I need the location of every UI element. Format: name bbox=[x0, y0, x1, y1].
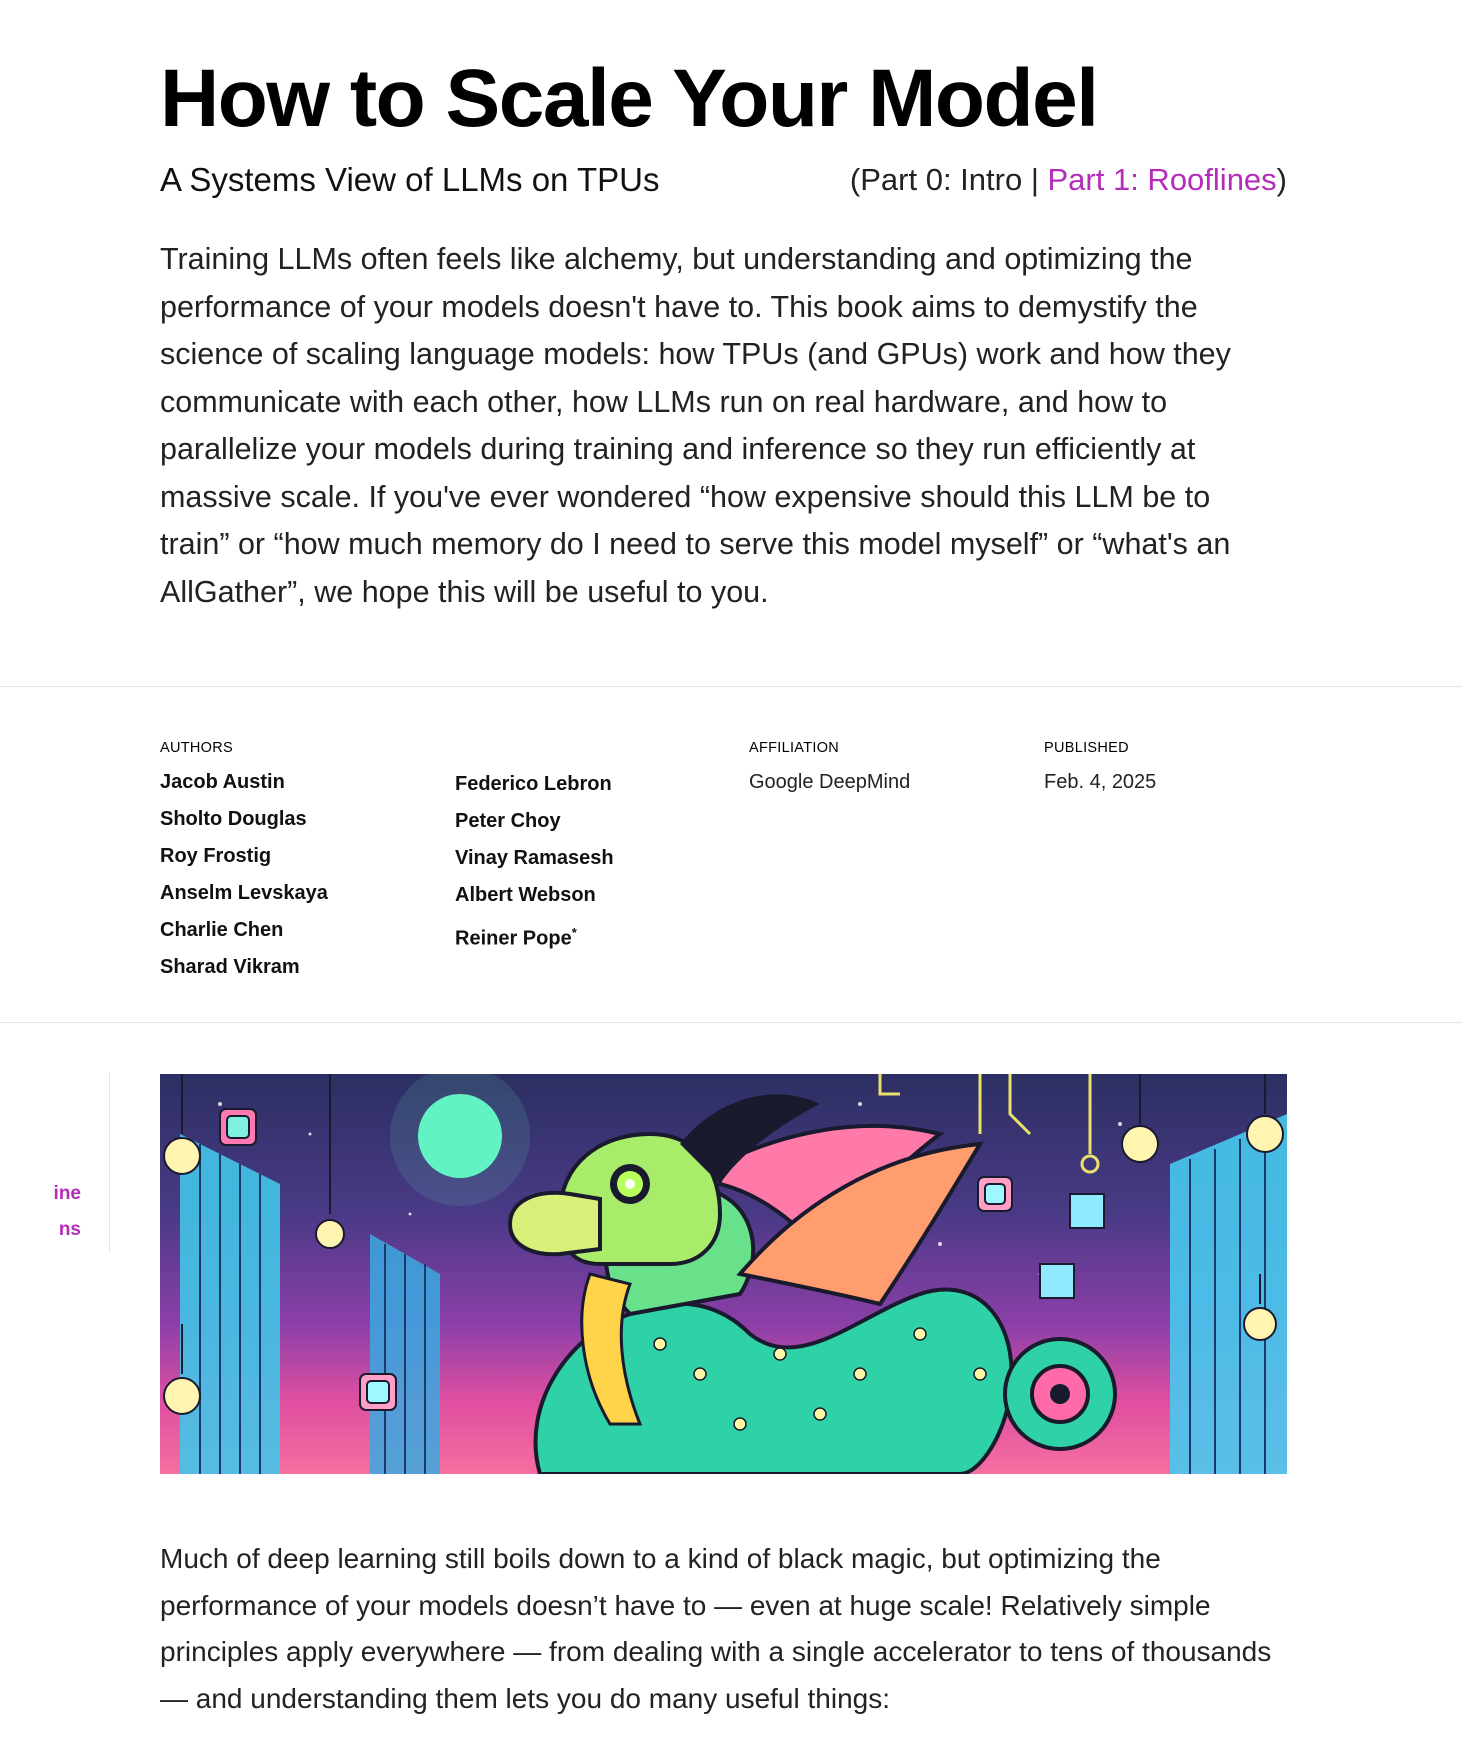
body-paragraph: Much of deep learning still boils down t… bbox=[160, 1543, 1272, 1714]
affiliation-value: Google DeepMind bbox=[749, 771, 911, 793]
author-name: Jacob Austin bbox=[160, 771, 285, 793]
banner-image bbox=[160, 1074, 1287, 1474]
authors-column-2: Federico Lebron Peter Choy Vinay Ramases… bbox=[455, 766, 614, 958]
affiliation-label: AFFILIATION bbox=[749, 740, 840, 756]
page-title: How to Scale Your Model bbox=[160, 53, 1099, 144]
author-name-text: Reiner Pope bbox=[455, 927, 572, 950]
table-of-contents: ine ns bbox=[0, 1073, 110, 1253]
next-part-link[interactable]: Part 1: Rooflines bbox=[1048, 162, 1277, 197]
author-name: Reiner Pope* bbox=[455, 914, 614, 958]
authors-column-1: AUTHORS Jacob Austin Sholto Douglas Roy … bbox=[160, 740, 328, 986]
page-subtitle: A Systems View of LLMs on TPUs bbox=[160, 161, 660, 198]
author-name: Peter Choy bbox=[455, 810, 561, 832]
author-footnote-mark: * bbox=[571, 925, 577, 940]
current-part-label: (Part 0: Intro | bbox=[849, 162, 1048, 197]
author-name: Sholto Douglas bbox=[160, 808, 307, 830]
toc-item[interactable]: ine bbox=[54, 1183, 81, 1205]
author-name: Albert Webson bbox=[455, 884, 596, 906]
published-column: PUBLISHED Feb. 4, 2025 bbox=[1044, 740, 1156, 801]
affiliation-column: AFFILIATION Google DeepMind bbox=[749, 740, 910, 801]
published-label: PUBLISHED bbox=[1044, 740, 1129, 756]
part-navigation: (Part 0: Intro | Part 1: Rooflines) bbox=[850, 162, 1287, 198]
divider-top bbox=[0, 686, 1462, 687]
author-name: Anselm Levskaya bbox=[160, 882, 328, 904]
divider-bottom bbox=[0, 1022, 1462, 1023]
published-date: Feb. 4, 2025 bbox=[1044, 771, 1157, 793]
byline: AUTHORS Jacob Austin Sholto Douglas Roy … bbox=[160, 740, 1287, 980]
author-name: Charlie Chen bbox=[160, 919, 284, 941]
subtitle-row: A Systems View of LLMs on TPUs (Part 0: … bbox=[160, 158, 1287, 202]
author-name: Sharad Vikram bbox=[160, 956, 300, 978]
authors-label: AUTHORS bbox=[160, 740, 233, 756]
author-name: Vinay Ramasesh bbox=[455, 847, 614, 869]
author-name: Federico Lebron bbox=[455, 773, 612, 795]
author-name: Roy Frostig bbox=[160, 845, 272, 867]
circuit-dragon-illustration-icon bbox=[163, 1074, 1287, 1474]
toc-item[interactable]: ns bbox=[59, 1219, 81, 1241]
intro-paragraph: Training LLMs often feels like alchemy, … bbox=[160, 242, 1231, 609]
part-nav-close: ) bbox=[1276, 162, 1287, 197]
